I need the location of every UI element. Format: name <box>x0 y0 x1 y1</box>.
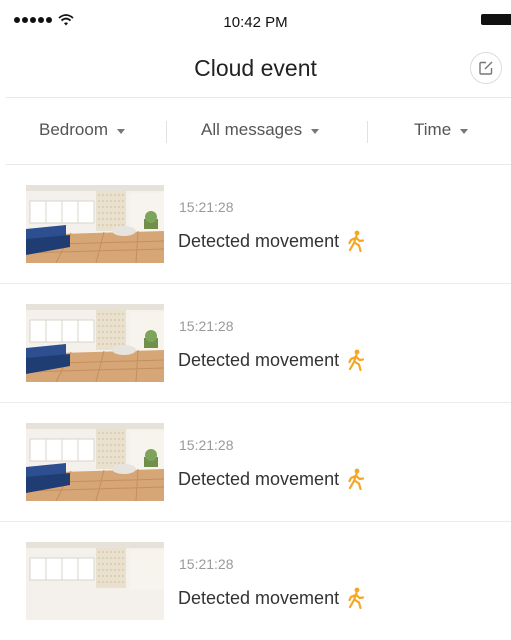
event-time: 15:21:28 <box>179 556 234 572</box>
edit-button[interactable] <box>470 52 502 84</box>
event-list: 15:21:28 Detected movement 15:21:28 Dete… <box>0 165 511 640</box>
event-text: Detected movement <box>178 587 340 608</box>
event-item[interactable]: 15:21:28 Detected movement <box>0 403 511 522</box>
caret-down-icon <box>460 128 469 134</box>
event-item[interactable]: 15:21:28 Detected movement <box>0 522 511 640</box>
filter-divider <box>367 121 368 143</box>
event-text: Detected movement <box>178 349 340 370</box>
filter-bar: Bedroom All messages Time <box>0 98 511 164</box>
caret-down-icon <box>311 128 320 134</box>
event-thumbnail[interactable] <box>26 423 164 501</box>
walking-person-icon <box>348 468 365 490</box>
filter-message-type-dropdown[interactable]: All messages <box>201 120 320 140</box>
walking-person-icon <box>348 349 365 371</box>
room-snapshot-image <box>26 185 164 263</box>
nav-bar: Cloud event <box>0 46 511 96</box>
event-time: 15:21:28 <box>179 199 234 215</box>
event-description: Detected movement <box>178 230 365 252</box>
battery-icon <box>481 14 511 25</box>
event-thumbnail[interactable] <box>26 185 164 263</box>
event-thumbnail[interactable] <box>26 542 164 620</box>
event-time: 15:21:28 <box>179 318 234 334</box>
page-title: Cloud event <box>194 55 317 81</box>
filter-divider <box>166 121 167 143</box>
room-snapshot-image <box>26 304 164 382</box>
event-description: Detected movement <box>178 468 365 490</box>
filter-message-type-label: All messages <box>201 120 303 139</box>
event-item[interactable]: 15:21:28 Detected movement <box>0 165 511 284</box>
status-time: 10:42 PM <box>223 14 288 31</box>
room-snapshot-image <box>26 423 164 501</box>
caret-down-icon <box>116 128 125 134</box>
edit-icon <box>479 61 493 75</box>
filter-time-dropdown[interactable]: Time <box>414 120 469 140</box>
filter-room-dropdown[interactable]: Bedroom <box>39 120 125 140</box>
event-description: Detected movement <box>178 587 365 609</box>
status-bar: 10:42 PM <box>0 0 511 46</box>
filter-time-label: Time <box>414 120 452 139</box>
event-time: 15:21:28 <box>179 437 234 453</box>
walking-person-icon <box>348 230 365 252</box>
event-thumbnail[interactable] <box>26 304 164 382</box>
room-snapshot-image <box>26 542 164 620</box>
filter-room-label: Bedroom <box>39 120 108 139</box>
event-description: Detected movement <box>178 349 365 371</box>
event-item[interactable]: 15:21:28 Detected movement <box>0 284 511 403</box>
walking-person-icon <box>348 587 365 609</box>
event-text: Detected movement <box>178 230 340 251</box>
event-text: Detected movement <box>178 468 340 489</box>
